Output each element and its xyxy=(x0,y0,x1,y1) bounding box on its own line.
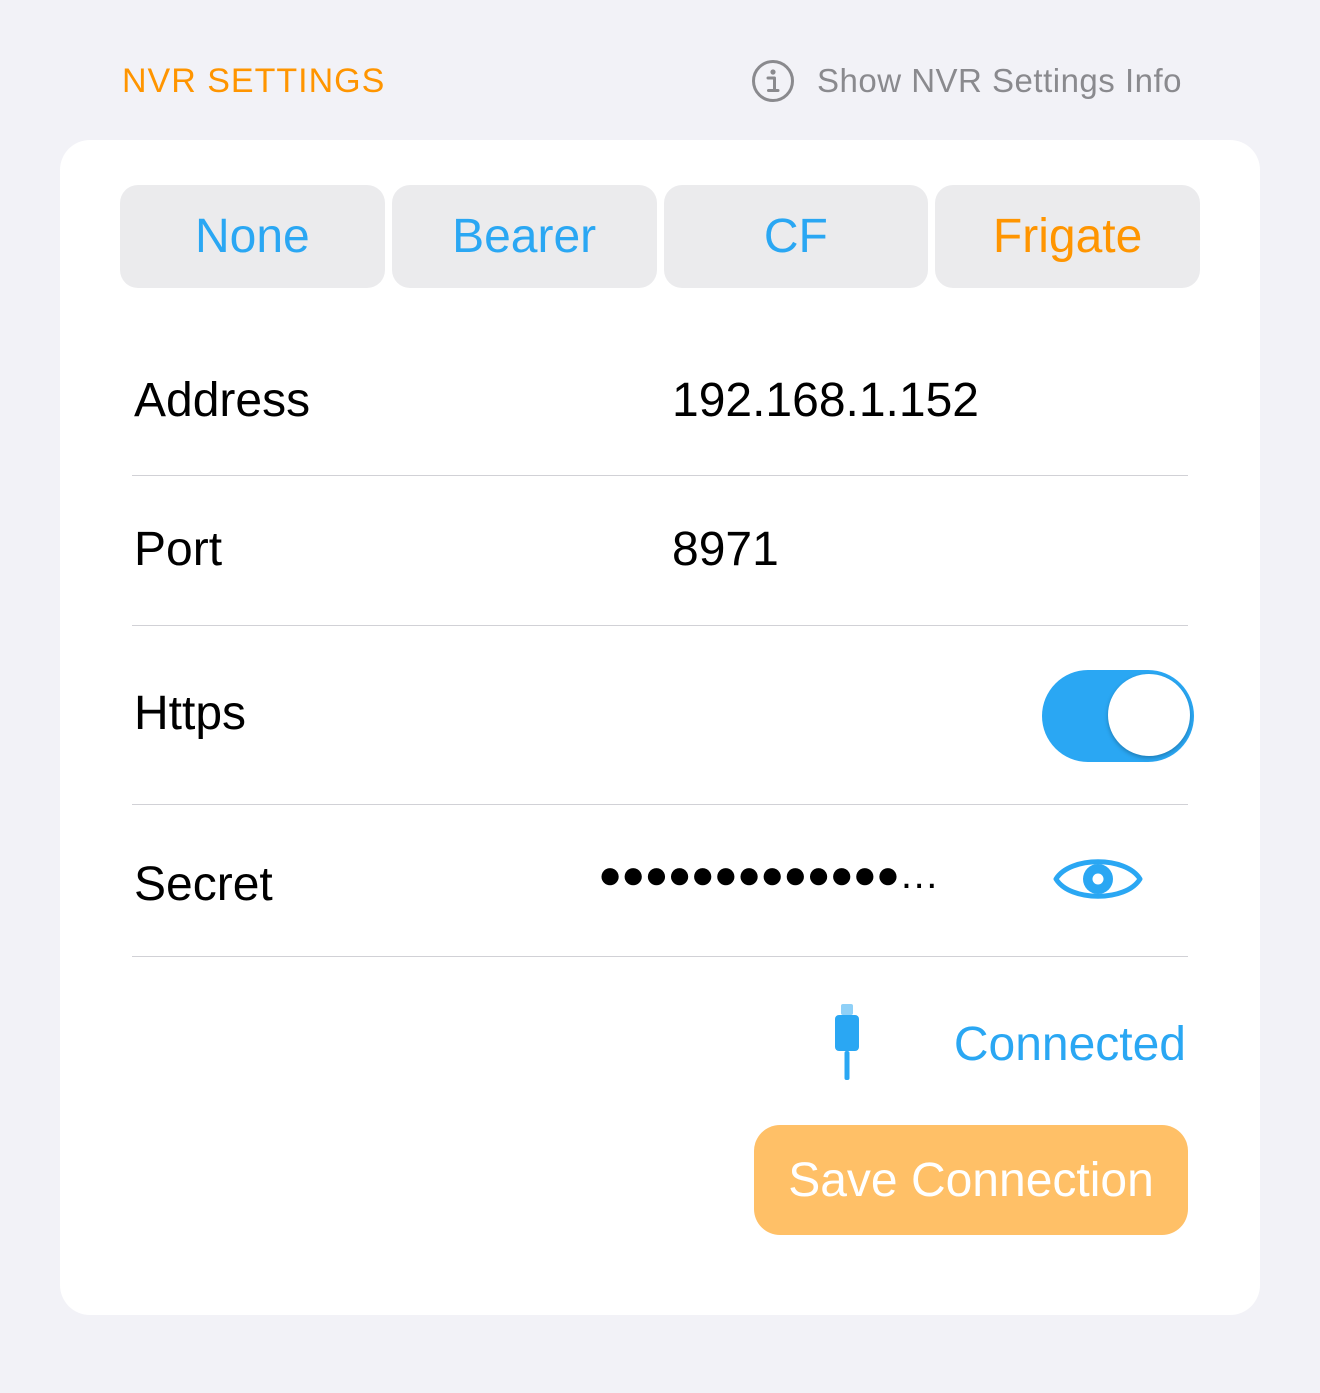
reveal-secret-button[interactable] xyxy=(1052,847,1144,911)
segment-cf[interactable]: CF xyxy=(663,185,929,288)
eye-icon xyxy=(1053,859,1143,899)
info-circle-icon xyxy=(751,60,794,102)
https-row: Https xyxy=(132,626,1194,805)
toggle-knob xyxy=(1108,674,1190,756)
segment-frigate[interactable]: Frigate xyxy=(935,185,1200,288)
section-header: NVR SETTINGS Show NVR Settings Info xyxy=(122,58,1182,104)
secret-label: Secret xyxy=(134,858,273,911)
plug-icon xyxy=(835,1004,859,1080)
auth-type-segmented-control: None Bearer CF Frigate xyxy=(120,185,1200,288)
port-row: Port xyxy=(132,476,1188,626)
segment-bearer[interactable]: Bearer xyxy=(391,185,657,288)
port-input[interactable] xyxy=(672,522,1152,577)
show-info-button[interactable]: Show NVR Settings Info xyxy=(751,58,1182,104)
secret-field[interactable]: ●●●●●●●●●●●●●… xyxy=(598,853,939,898)
connection-status: Connected xyxy=(830,1002,1190,1082)
address-label: Address xyxy=(134,374,311,427)
connection-status-label: Connected xyxy=(953,1018,1186,1071)
https-label: Https xyxy=(134,687,247,740)
nvr-settings-card: None Bearer CF Frigate Address Port Http… xyxy=(60,140,1260,1315)
address-input[interactable] xyxy=(672,373,1152,428)
show-info-label: Show NVR Settings Info xyxy=(816,62,1182,99)
segment-none[interactable]: None xyxy=(120,185,385,288)
secret-row: Secret ●●●●●●●●●●●●●… xyxy=(132,805,1188,957)
save-connection-button[interactable]: Save Connection xyxy=(754,1125,1188,1235)
https-toggle[interactable] xyxy=(1042,670,1194,762)
section-title: NVR SETTINGS xyxy=(122,62,386,100)
address-row: Address xyxy=(132,330,1188,476)
port-label: Port xyxy=(134,523,223,576)
